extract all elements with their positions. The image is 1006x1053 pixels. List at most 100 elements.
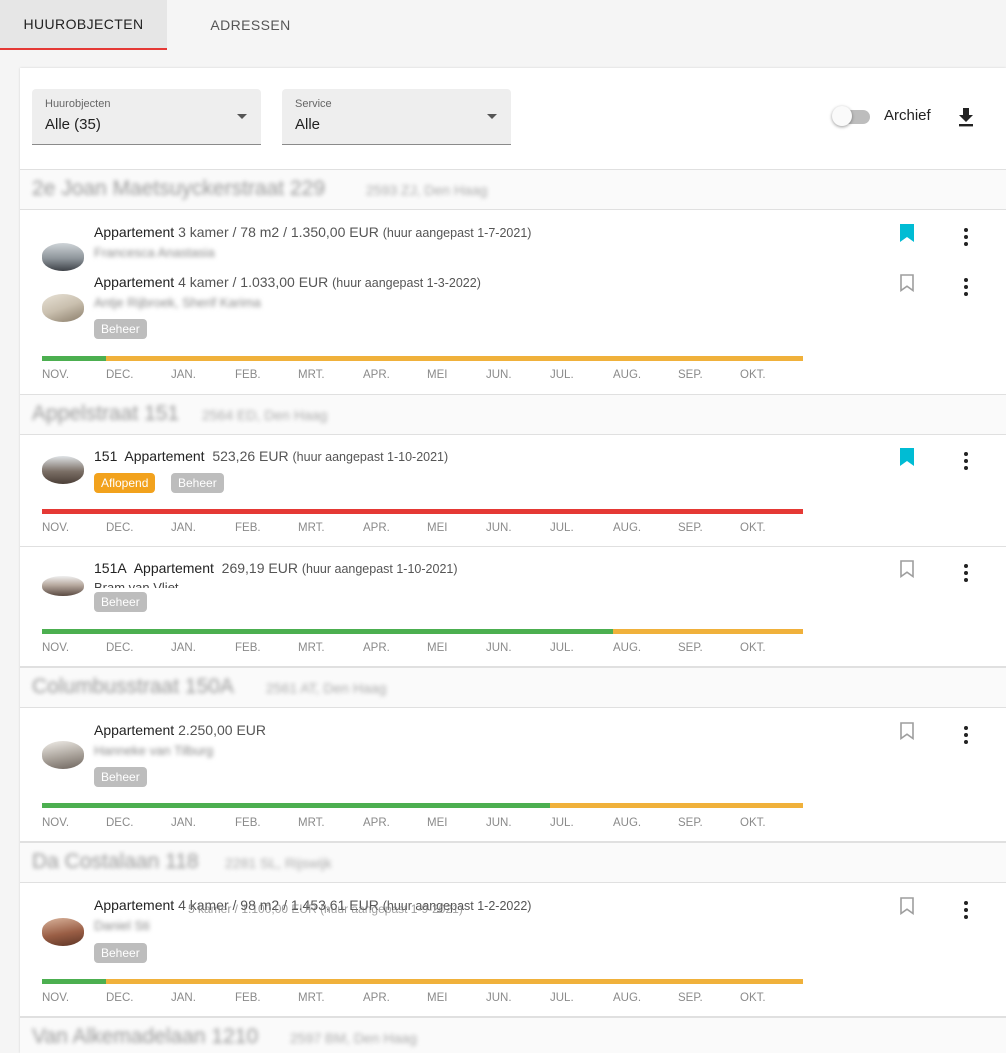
unit-details: 269,19 EUR xyxy=(221,560,298,576)
month-label: MRT. xyxy=(298,522,325,534)
unit-summary: Appartement 2.250,00 EUR xyxy=(94,722,266,738)
address-street: Da Costalaan 118 xyxy=(32,850,199,873)
timeline-segment-upcoming xyxy=(612,629,803,634)
archief-toggle-thumb[interactable] xyxy=(832,106,852,126)
objects-panel: Huurobjecten Alle (35) Service Alle Arch… xyxy=(20,68,1006,1053)
month-label: JUL. xyxy=(550,817,574,829)
chevron-down-icon xyxy=(487,114,497,119)
month-label: JAN. xyxy=(171,642,196,654)
month-label: AUG. xyxy=(613,817,642,829)
month-label: JUN. xyxy=(486,369,512,381)
month-label: JUN. xyxy=(486,817,512,829)
unit-type: Appartement xyxy=(94,274,175,290)
address-row[interactable]: Van Alkemadelaan 1210 2597 BM, Den Haag xyxy=(20,1017,1006,1053)
unit-card[interactable]: 151 Appartement 523,26 EUR (huur aangepa… xyxy=(20,435,1006,547)
month-label: OKT. xyxy=(740,817,766,829)
month-label: NOV. xyxy=(42,817,70,829)
address-city: 2597 BM, Den Haag xyxy=(290,1030,417,1046)
unit-photo xyxy=(42,243,84,271)
unit-type: Appartement xyxy=(124,448,205,464)
bookmark-outline-icon[interactable] xyxy=(900,274,914,292)
month-label: JAN. xyxy=(171,369,196,381)
month-label: JAN. xyxy=(171,992,196,1004)
month-label: DEC. xyxy=(106,817,134,829)
tab-huurobjecten[interactable]: HUUROBJECTEN xyxy=(0,0,167,50)
timeline-bar xyxy=(42,629,803,634)
unit-type: Appartement xyxy=(94,897,175,913)
unit-card[interactable]: Appartement 4 kamer / 98 m2 / 1.453,61 E… xyxy=(20,883,1006,1017)
status-badge: Beheer xyxy=(94,943,147,963)
month-label: MRT. xyxy=(298,369,325,381)
unit-details: 523,26 EUR xyxy=(212,448,289,464)
bookmark-outline-icon[interactable] xyxy=(900,722,914,740)
month-label: NOV. xyxy=(42,642,70,654)
tab-adressen[interactable]: ADRESSEN xyxy=(167,0,334,50)
month-label: SEP. xyxy=(678,642,703,654)
bookmark-outline-icon[interactable] xyxy=(900,560,914,578)
month-label: OKT. xyxy=(740,369,766,381)
month-label: FEB. xyxy=(235,642,261,654)
more-vert-icon[interactable] xyxy=(964,901,968,919)
month-label: MEI xyxy=(427,522,448,534)
unit-photo xyxy=(42,741,84,769)
unit-card[interactable]: Appartement 3 kamer / 78 m2 / 1.350,00 E… xyxy=(20,210,1006,395)
status-badge: Beheer xyxy=(94,767,147,787)
more-vert-icon[interactable] xyxy=(964,452,968,470)
unit-summary: Appartement 3 kamer / 78 m2 / 1.350,00 E… xyxy=(94,224,531,240)
unit-details: 2.250,00 EUR xyxy=(178,722,267,738)
month-label: FEB. xyxy=(235,369,261,381)
service-select-label: Service xyxy=(295,98,332,110)
address-row[interactable]: Appelstraat 151 2564 ED, Den Haag xyxy=(20,394,1006,435)
month-label: JAN. xyxy=(171,817,196,829)
month-label: FEB. xyxy=(235,992,261,1004)
unit-card[interactable]: 151A Appartement 269,19 EUR (huur aangep… xyxy=(20,547,1006,667)
status-badge: Beheer xyxy=(94,319,147,339)
more-vert-icon[interactable] xyxy=(964,278,968,296)
month-label: NOV. xyxy=(42,522,70,534)
month-label: JUL. xyxy=(550,522,574,534)
timeline-segment-upcoming xyxy=(105,979,803,984)
month-label: JUN. xyxy=(486,522,512,534)
unit-tenant: Hanneke van Tilburg xyxy=(94,743,214,758)
bookmark-icon[interactable] xyxy=(900,448,914,466)
address-street: Van Alkemadelaan 1210 xyxy=(32,1025,259,1048)
huurobjecten-select-value: Alle (35) xyxy=(45,116,101,133)
address-row[interactable]: Columbusstraat 150A 2561 AT, Den Haag xyxy=(20,667,1006,708)
timeline-segment-current xyxy=(42,803,550,808)
bookmark-icon[interactable] xyxy=(900,224,914,242)
month-label: MRT. xyxy=(298,817,325,829)
timeline-months: NOV. DEC. JAN. FEB. MRT. APR. MEI JUN. J… xyxy=(42,817,803,831)
month-label: JUL. xyxy=(550,642,574,654)
timeline-months: NOV. DEC. JAN. FEB. MRT. APR. MEI JUN. J… xyxy=(42,642,803,656)
month-label: DEC. xyxy=(106,642,134,654)
month-label: APR. xyxy=(363,642,390,654)
download-icon[interactable] xyxy=(956,106,976,128)
month-label: MEI xyxy=(427,369,448,381)
unit-rent-note: (huur aangepast 1-10-2021) xyxy=(301,562,458,576)
month-label: APR. xyxy=(363,522,390,534)
huurobjecten-select[interactable]: Huurobjecten Alle (35) xyxy=(32,89,261,145)
service-select[interactable]: Service Alle xyxy=(282,89,511,145)
month-label: SEP. xyxy=(678,992,703,1004)
month-label: AUG. xyxy=(613,522,642,534)
unit-type: Appartement xyxy=(94,722,175,738)
status-badge-aflopend: Aflopend xyxy=(94,473,156,493)
address-row[interactable]: Da Costalaan 118 2281 SL, Rijswijk xyxy=(20,842,1006,883)
month-label: NOV. xyxy=(42,369,70,381)
huurobjecten-select-label: Huurobjecten xyxy=(45,98,111,110)
timeline-months: NOV. DEC. JAN. FEB. MRT. APR. MEI JUN. J… xyxy=(42,369,803,383)
more-vert-icon[interactable] xyxy=(964,726,968,744)
more-vert-icon[interactable] xyxy=(964,564,968,582)
timeline-bar xyxy=(42,803,803,808)
address-row[interactable]: 2e Joan Maetsuyckerstraat 229 2593 ZJ, D… xyxy=(20,169,1006,210)
month-label: JAN. xyxy=(171,522,196,534)
unit-tenant: Antje Rijbroek, Sherif Karima xyxy=(94,295,261,310)
address-city: 2564 ED, Den Haag xyxy=(202,407,328,423)
unit-card[interactable]: Appartement 2.250,00 EUR Hanneke van Til… xyxy=(20,708,1006,842)
more-vert-icon[interactable] xyxy=(964,228,968,246)
month-label: JUL. xyxy=(550,992,574,1004)
bookmark-outline-icon[interactable] xyxy=(900,897,914,915)
unit-rent-note: (huur aangepast 1-3-2022) xyxy=(332,276,481,290)
address-city: 2593 ZJ, Den Haag xyxy=(366,182,488,198)
month-label: OKT. xyxy=(740,522,766,534)
